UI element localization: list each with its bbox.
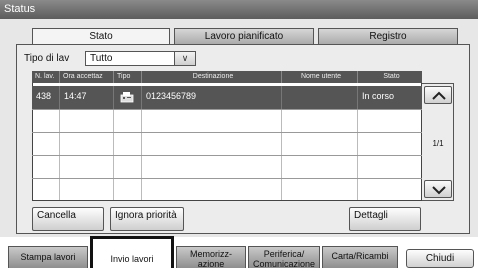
table-row[interactable]	[32, 109, 422, 132]
details-button[interactable]: Dettagli	[349, 207, 421, 231]
accept-time: 14:47	[60, 86, 114, 109]
job-type-select[interactable]: Tutto ∨	[85, 51, 196, 66]
window-title: Status	[0, 0, 478, 19]
table-row[interactable]	[32, 178, 422, 200]
col-time: Ora accettaz	[60, 71, 114, 83]
page-indicator: 1/1	[432, 139, 444, 148]
col-status: Stato	[383, 73, 400, 80]
ignore-priority-button[interactable]: Ignora priorità	[110, 207, 184, 231]
chevron-down-icon	[432, 186, 446, 195]
chevron-down-icon[interactable]: ∨	[174, 52, 195, 65]
col-type: Tipo	[114, 71, 142, 83]
tab-lavoro-pianificato[interactable]: Lavoro pianificato	[174, 28, 314, 45]
table-row[interactable]	[32, 155, 422, 178]
table-row[interactable]: 438 14:47 0123456789 In corso	[32, 86, 422, 109]
tab-stampa-lavori[interactable]: Stampa lavori	[8, 246, 88, 268]
tab-registro[interactable]: Registro	[318, 28, 458, 45]
destination: 0123456789	[142, 86, 282, 109]
job-status: In corso	[362, 91, 395, 101]
table-header: N. lav. Ora accettaz Tipo Destinazione N…	[32, 71, 422, 83]
tab-carta-ricambi[interactable]: Carta/Ricambi	[322, 246, 398, 268]
cancel-button[interactable]: Cancella	[32, 207, 104, 231]
table-row[interactable]	[32, 132, 422, 155]
job-number: 438	[32, 86, 60, 109]
user-name	[282, 86, 358, 109]
close-button[interactable]: Chiudi	[406, 249, 474, 268]
job-type-label: Tipo di lav	[24, 53, 70, 64]
tab-periferica-comunicazione[interactable]: Periferica/ Comunicazione	[248, 246, 320, 269]
job-type-value: Tutto	[90, 53, 113, 64]
col-destination: Destinazione	[142, 71, 282, 83]
chevron-up-icon	[432, 91, 446, 100]
scroll-down-button[interactable]	[424, 180, 452, 198]
col-user: Nome utente	[282, 71, 358, 83]
tab-invio-lavori[interactable]: Invio lavori	[90, 236, 174, 268]
fax-icon	[114, 86, 142, 109]
col-job-no: N. lav.	[32, 71, 60, 83]
scroll-up-button[interactable]	[424, 86, 452, 104]
tab-memorizzazione[interactable]: Memorizz-azione	[176, 246, 246, 269]
